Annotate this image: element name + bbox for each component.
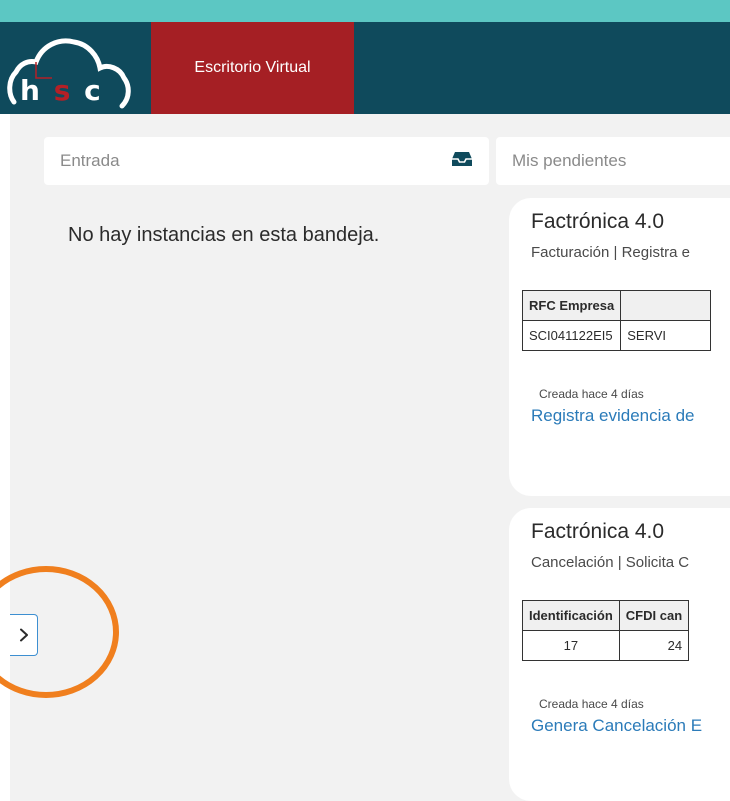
app-header: h s c Escritorio Virtual [0,22,730,114]
task-created: Creada hace 4 días [539,387,644,401]
task-title: Factrónica 4.0 [531,520,665,543]
sidebar-toggle-button[interactable] [10,614,38,656]
table-cell: SCI041122EI5 [521,320,622,351]
table-header: Identificación [522,600,620,631]
chevron-right-icon [19,628,28,642]
table-header: RFC Empresa [521,290,622,321]
logo-letter-s: s [53,74,73,107]
table-header: CFDI can [618,600,690,631]
task-subtitle: Cancelación | Solicita C [531,554,690,571]
logo-letter-h: h [20,74,42,107]
pendientes-filter[interactable]: Mis pendientes [496,137,730,185]
inbox-icon[interactable] [451,150,473,173]
task-card[interactable]: Factrónica 4.0 Facturación | Registra e … [509,198,730,496]
app-title-tab[interactable]: Escritorio Virtual [151,22,354,114]
empty-inbox-message: No hay instancias en esta bandeja. [68,224,380,246]
hsc-logo[interactable]: h s c [6,24,154,114]
pendientes-label: Mis pendientes [512,151,627,170]
entrada-label: Entrada [60,151,120,170]
table-cell: 17 [522,630,620,661]
entrada-filter[interactable]: Entrada [44,137,489,185]
task-table: RFC Empresa SCI041122EI5 SERVI [521,290,712,351]
logo-letter-c: c [84,74,103,107]
logo-text: h s c [20,74,103,107]
table-cell: SERVI [620,320,712,351]
task-card[interactable]: Factrónica 4.0 Cancelación | Solicita C … [509,508,730,801]
task-action-link[interactable]: Genera Cancelación E [531,716,702,736]
task-title: Factrónica 4.0 [531,210,665,233]
task-table: Identificación CFDI can 17 24 [522,600,690,661]
main-content: Entrada Mis pendientes No hay instancias… [0,114,730,801]
task-created: Creada hace 4 días [539,697,644,711]
table-header [620,290,712,321]
task-subtitle: Facturación | Registra e [531,244,690,261]
app-title: Escritorio Virtual [194,59,311,76]
table-cell: 24 [618,630,690,661]
task-action-link[interactable]: Registra evidencia de [531,406,694,426]
accent-stripe [0,0,730,22]
